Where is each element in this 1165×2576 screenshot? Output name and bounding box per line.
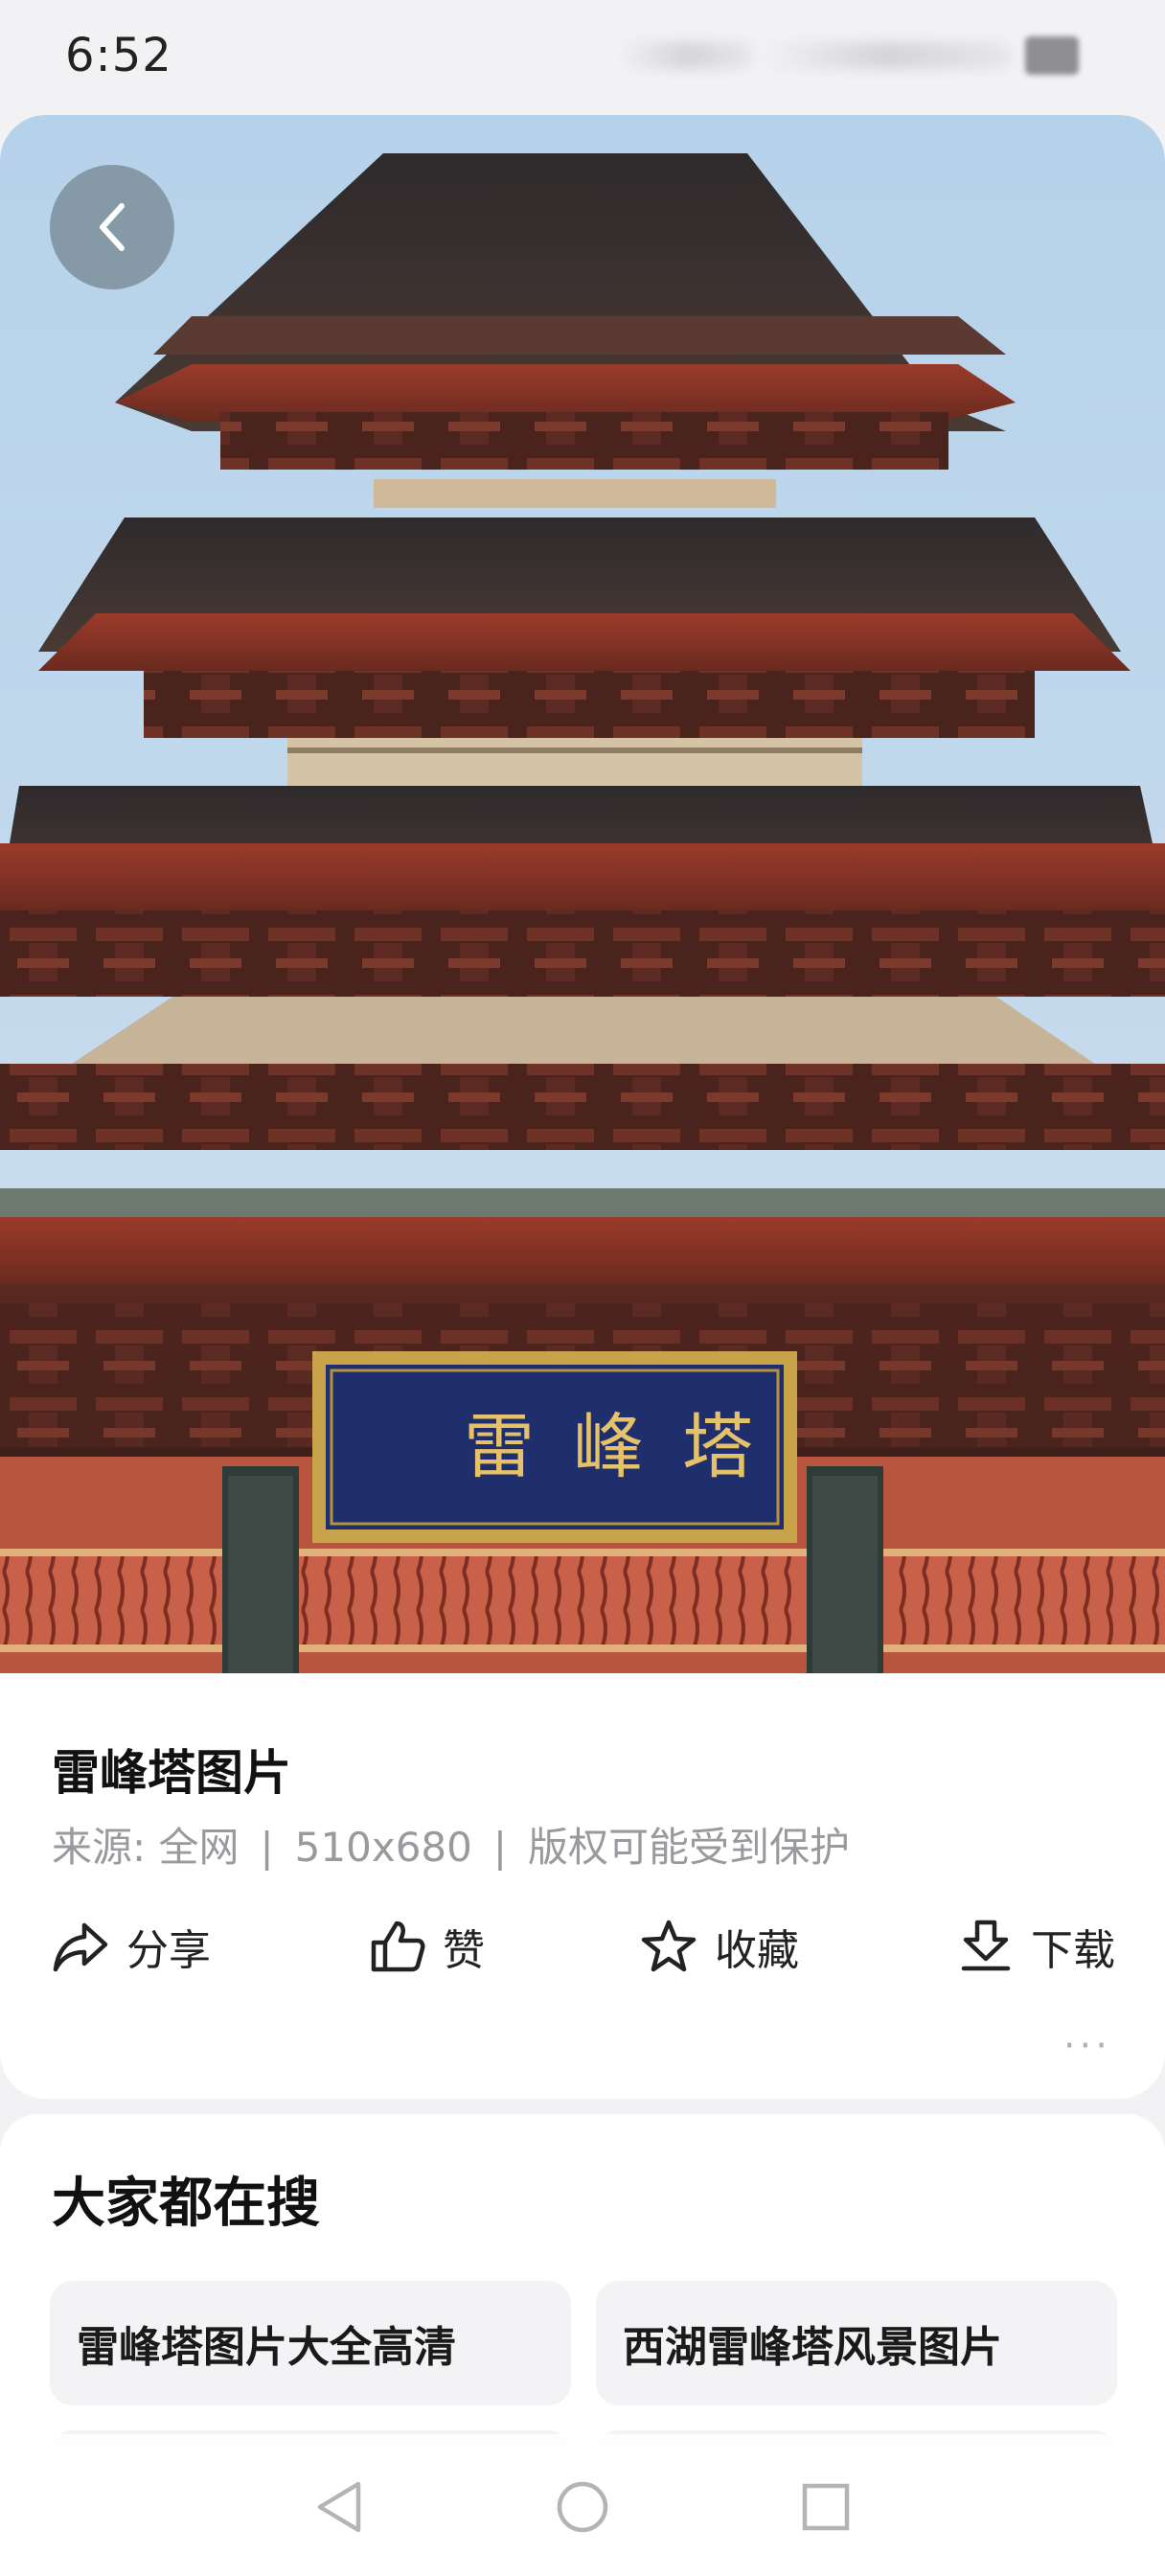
pagoda-photo[interactable]: 雷峰塔 [0, 115, 1165, 1673]
nav-home-button[interactable] [544, 2469, 621, 2545]
share-arrow-icon [53, 1922, 108, 1972]
image-source: 来源: 全网 [52, 1824, 240, 1871]
plaque-text: 雷峰塔 [464, 1406, 791, 1488]
nav-back-button[interactable] [301, 2469, 377, 2545]
like-button[interactable]: 赞 [370, 1894, 485, 1999]
status-bar: 6:52 [0, 0, 1165, 115]
image-detail-card: 雷峰塔 雷峰塔图片 来源: 全网 | 510x680 | 版权可能受到保护 分享 [0, 115, 1165, 2099]
back-chevron-icon [100, 203, 125, 251]
status-time: 6:52 [65, 29, 172, 82]
search-chip[interactable]: 雷峰塔图片大全高清 [50, 2281, 571, 2405]
nav-recents-button[interactable] [788, 2469, 864, 2545]
circle-home-icon [557, 2481, 608, 2533]
download-button[interactable]: 下载 [958, 1894, 1115, 1999]
download-tray-icon [961, 1920, 1011, 1971]
action-row: 分享 赞 收藏 下载 [0, 1894, 1165, 1999]
star-icon [641, 1920, 697, 1972]
battery-icon [1025, 36, 1079, 75]
system-nav-bar [0, 2434, 1165, 2576]
image-title: 雷峰塔图片 [52, 1745, 291, 1801]
download-label: 下载 [1031, 1926, 1115, 1975]
thumbs-up-icon [371, 1920, 425, 1972]
favorite-button[interactable]: 收藏 [640, 1894, 799, 1999]
share-button[interactable]: 分享 [52, 1894, 211, 1999]
image-dimensions: 510x680 [294, 1824, 472, 1871]
status-icons [619, 34, 1098, 77]
copyright-note: 版权可能受到保护 [528, 1824, 851, 1871]
image-meta: 来源: 全网 | 510x680 | 版权可能受到保护 [52, 1815, 850, 1874]
meta-separator: | [260, 1824, 274, 1871]
triangle-back-icon [317, 2481, 361, 2533]
back-button[interactable] [50, 165, 174, 289]
search-chip[interactable]: 西湖雷峰塔风景图片 [596, 2281, 1117, 2405]
square-recents-icon [802, 2483, 850, 2531]
more-options-button[interactable]: ··· [1063, 2024, 1111, 2068]
image-info: 雷峰塔图片 来源: 全网 | 510x680 | 版权可能受到保护 分享 赞 收… [0, 1673, 1165, 2099]
favorite-label: 收藏 [715, 1926, 799, 1975]
section-title: 大家都在搜 [52, 2173, 320, 2235]
share-label: 分享 [126, 1926, 211, 1975]
like-label: 赞 [443, 1926, 485, 1975]
meta-separator: | [492, 1824, 508, 1871]
